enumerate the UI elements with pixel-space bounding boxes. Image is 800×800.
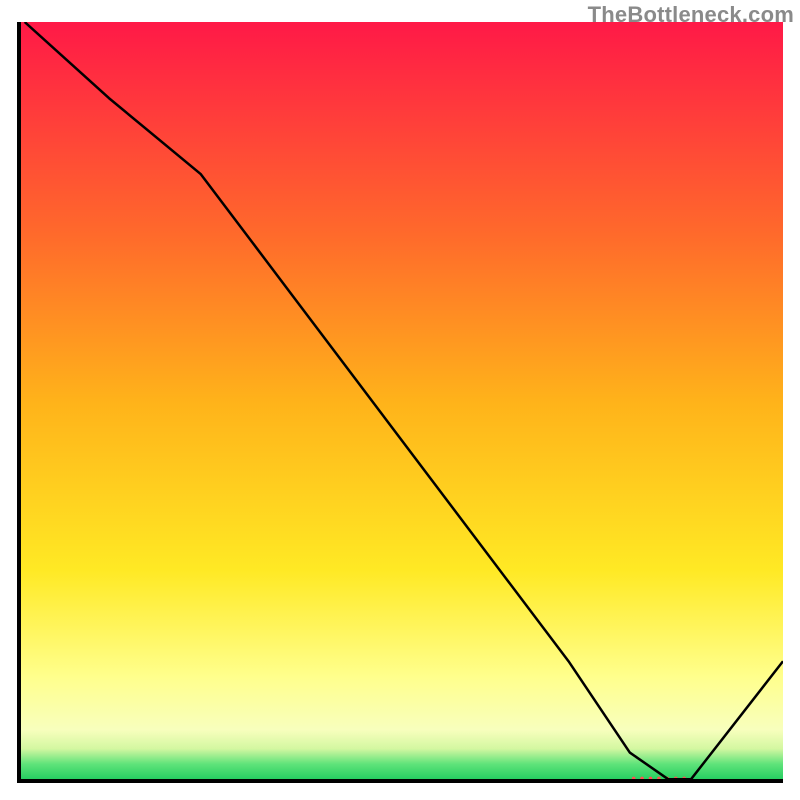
- axes-frame: [17, 22, 783, 783]
- chart-stage: TheBottleneck.com: [0, 0, 800, 800]
